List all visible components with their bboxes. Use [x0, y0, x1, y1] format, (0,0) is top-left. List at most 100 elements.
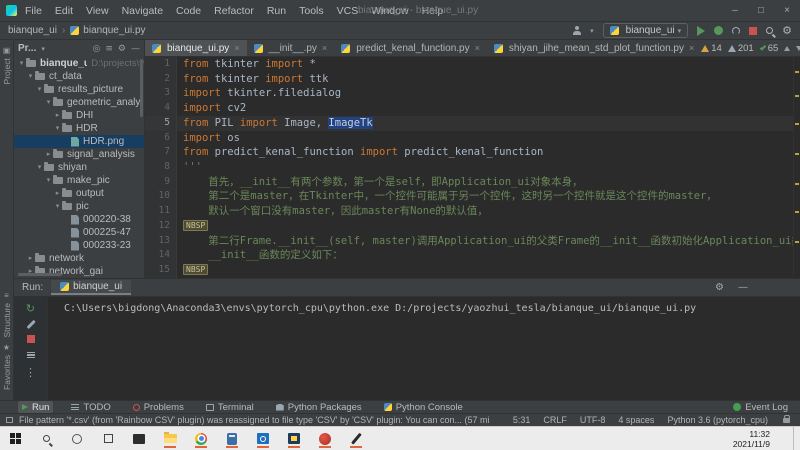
toolwindow-button-terminal[interactable]: Terminal — [202, 401, 258, 413]
menu-icon[interactable] — [27, 352, 35, 358]
code-line[interactable]: from tkinter import * — [183, 57, 793, 72]
stop-button[interactable] — [749, 27, 757, 35]
tree-horizontal-scrollbar[interactable] — [18, 273, 62, 276]
close-tab-icon[interactable]: × — [234, 43, 239, 53]
minimize-button[interactable]: – — [722, 0, 748, 21]
tree-item-output[interactable]: ▸output — [14, 187, 144, 200]
start-icon[interactable] — [8, 430, 22, 448]
cortana-icon[interactable] — [70, 430, 84, 448]
stripe-favorites[interactable]: Favorites — [2, 355, 12, 390]
app-window-icon[interactable] — [132, 430, 146, 448]
panel-settings-icon[interactable]: ⚙ — [118, 44, 126, 54]
wrench-icon[interactable] — [26, 320, 35, 329]
tree-item-results_picture[interactable]: ▾results_picture — [14, 83, 144, 96]
pen-app-icon[interactable] — [349, 430, 363, 448]
code-line[interactable]: 第二个是master，在Tkinter中，一个控件可能属于另一个控件，这时另一个… — [183, 189, 793, 204]
toolwindow-button-todo[interactable]: TODO — [67, 401, 114, 413]
tree-expanded-chevron-icon[interactable]: ▾ — [17, 57, 26, 70]
tree-expanded-chevron-icon[interactable]: ▾ — [35, 83, 44, 96]
line-separator[interactable]: CRLF — [543, 415, 567, 425]
code-line[interactable]: NBSP — [183, 263, 793, 278]
more-icon[interactable]: ⋮ — [25, 367, 36, 378]
breadcrumb-project[interactable]: bianque_ui — [8, 25, 57, 36]
tree-vertical-scrollbar[interactable] — [140, 59, 143, 117]
tree-collapsed-chevron-icon[interactable]: ▸ — [44, 148, 53, 161]
tree-expanded-chevron-icon[interactable]: ▾ — [26, 70, 35, 83]
profiler-button[interactable] — [732, 27, 740, 35]
tree-item-geometric_analy[interactable]: ▾geometric_analy — [14, 96, 144, 109]
code-editor[interactable]: 123456789101112131415 from tkinter impor… — [145, 57, 800, 278]
code-line[interactable]: 第二行Frame.__init__(self, master)调用Applica… — [183, 234, 793, 249]
user-account-icon[interactable] — [572, 26, 581, 35]
tree-collapsed-chevron-icon[interactable]: ▸ — [26, 252, 35, 265]
tree-collapsed-chevron-icon[interactable]: ▸ — [53, 109, 62, 122]
file-explorer-icon[interactable] — [163, 430, 177, 448]
menu-navigate[interactable]: Navigate — [122, 5, 163, 17]
rerun-icon[interactable]: ↻ — [26, 303, 35, 314]
settings-gear-icon[interactable]: ⚙ — [782, 25, 792, 36]
close-tab-icon[interactable]: × — [475, 43, 480, 53]
stripe-structure[interactable]: Structure — [2, 303, 12, 338]
maximize-button[interactable]: □ — [748, 0, 774, 21]
menu-edit[interactable]: Edit — [55, 5, 73, 17]
code-line[interactable]: ''' — [183, 160, 793, 175]
toolwindow-button-python-packages[interactable]: Python Packages — [272, 401, 366, 413]
run-console[interactable]: C:\Users\bigdong\Anaconda3\envs\pytorch_… — [48, 297, 800, 400]
run-settings-gear-icon[interactable]: ⚙ — [715, 282, 724, 293]
tree-item-HDR[interactable]: ▾HDR — [14, 122, 144, 135]
locate-file-icon[interactable]: ◎ — [93, 44, 101, 54]
stop-icon[interactable] — [27, 335, 35, 343]
menu-tools[interactable]: Tools — [299, 5, 324, 17]
calculator-icon[interactable] — [225, 430, 239, 448]
toolwindow-button-event-log[interactable]: Event Log — [729, 401, 792, 413]
tree-collapsed-chevron-icon[interactable]: ▸ — [53, 187, 62, 200]
tree-collapsed-chevron-icon[interactable]: ▸ — [26, 265, 35, 278]
menu-run[interactable]: Run — [267, 5, 286, 17]
project-panel-title[interactable]: Pr... — [18, 43, 36, 54]
code-line[interactable]: 默认一个窗口没有master，因此master有None的默认值， — [183, 204, 793, 219]
run-configuration-select[interactable]: bianque_ui ▾ — [603, 23, 688, 38]
close-button[interactable]: × — [774, 0, 800, 21]
menu-refactor[interactable]: Refactor — [214, 5, 254, 17]
editor-code-area[interactable]: from tkinter import *from tkinter import… — [177, 57, 793, 278]
error-stripe[interactable] — [793, 57, 800, 278]
code-line[interactable]: from tkinter import ttk — [183, 72, 793, 87]
editor-tab[interactable]: bianque_ui.py× — [145, 40, 247, 56]
python-interpreter[interactable]: Python 3.6 (pytorch_cpu) — [667, 415, 768, 425]
tree-item-000225-47[interactable]: 000225-47 — [14, 226, 144, 239]
tree-item-000220-38[interactable]: 000220-38 — [14, 213, 144, 226]
code-line[interactable]: 首先，__init__有两个参数，第一个是self，即Application_u… — [183, 175, 793, 190]
tree-item-network_gai[interactable]: ▸network_gai — [14, 265, 144, 278]
photos-icon[interactable] — [287, 430, 301, 448]
indent-style[interactable]: 4 spaces — [618, 415, 654, 425]
tree-item-shiyan[interactable]: ▾shiyan — [14, 161, 144, 174]
menu-vcs[interactable]: VCS — [337, 5, 359, 17]
menu-view[interactable]: View — [86, 5, 109, 17]
code-line[interactable]: NBSP — [183, 219, 793, 234]
outlook-icon[interactable] — [256, 430, 270, 448]
hide-run-panel-icon[interactable]: — — [738, 282, 748, 293]
tree-item-DHI[interactable]: ▸DHI — [14, 109, 144, 122]
taskbar-clock[interactable]: 11:32 2021/11/9 — [733, 429, 776, 449]
menu-file[interactable]: File — [25, 5, 42, 17]
notification-icon[interactable] — [6, 417, 13, 423]
tree-item-000233-23[interactable]: 000233-23 — [14, 239, 144, 252]
tree-item-make_pic[interactable]: ▾make_pic — [14, 174, 144, 187]
breadcrumb-file[interactable]: bianque_ui.py — [83, 25, 145, 36]
tree-expanded-chevron-icon[interactable]: ▾ — [53, 122, 62, 135]
code-line[interactable]: import os — [183, 131, 793, 146]
search-icon[interactable] — [39, 430, 53, 448]
inspection-weak-warning[interactable]: 201 — [728, 43, 754, 54]
toolwindow-button-run[interactable]: Run — [18, 401, 53, 413]
task-view-icon[interactable] — [101, 430, 115, 448]
tree-expanded-chevron-icon[interactable]: ▾ — [44, 174, 53, 187]
code-line[interactable]: from predict_kenal_function import predi… — [183, 145, 793, 160]
tree-item-signal_analysis[interactable]: ▸signal_analysis — [14, 148, 144, 161]
tree-item-bianque_ui[interactable]: ▾bianque_uiD:\projects\y — [14, 57, 144, 70]
next-problem-icon[interactable] — [796, 46, 800, 51]
previous-problem-icon[interactable] — [784, 46, 790, 51]
file-encoding[interactable]: UTF-8 — [580, 415, 606, 425]
inspection-ok[interactable]: 65 — [760, 43, 779, 54]
hide-panel-icon[interactable]: — — [131, 44, 140, 54]
tree-expanded-chevron-icon[interactable]: ▾ — [53, 200, 62, 213]
